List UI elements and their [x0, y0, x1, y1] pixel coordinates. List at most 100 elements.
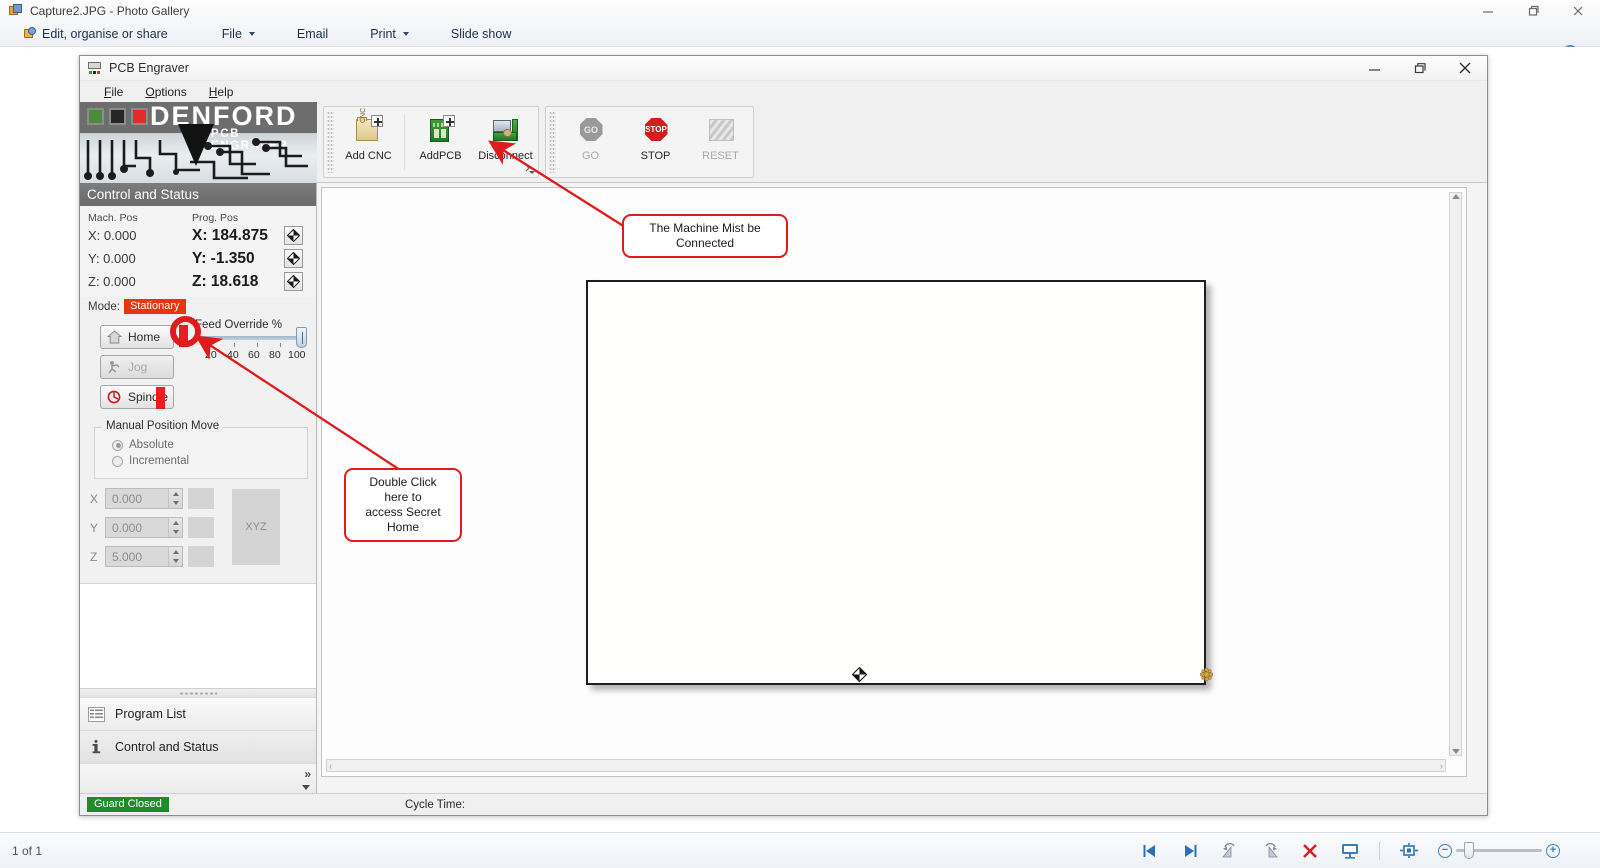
minimize-icon[interactable]: [1465, 0, 1510, 21]
pcb-engraver-window: PCB Engraver File Options Help DENFORD P…: [79, 55, 1488, 816]
callout-secret-home: Double Click here to access Secret Home: [344, 468, 462, 542]
stepper-arrows[interactable]: [168, 518, 182, 537]
delete-icon[interactable]: [1299, 840, 1321, 862]
position-readout: Mach. Pos Prog. Pos X: 0.000 X: 184.875: [80, 206, 316, 297]
scroll-right-icon[interactable]: ›: [1440, 762, 1443, 771]
home-button[interactable]: Home: [100, 325, 174, 349]
sidebar-item-program-list[interactable]: Program List: [80, 697, 316, 730]
fit-to-window-icon[interactable]: [1398, 840, 1420, 862]
go-button[interactable]: GO GO: [558, 107, 623, 177]
callout-text-line2: access Secret Home: [365, 505, 441, 534]
toolbar-overflow-button[interactable]: [525, 161, 536, 175]
stepper-arrows[interactable]: [168, 489, 182, 508]
toolbar-grip[interactable]: [549, 111, 556, 173]
reset-icon: [706, 115, 736, 145]
x-go-button[interactable]: [188, 488, 214, 509]
menu-file[interactable]: File: [212, 23, 265, 45]
menu-label: Edit, organise or share: [42, 26, 168, 41]
toolbar-button-label: AddPCB: [419, 150, 462, 162]
canvas-horizontal-scrollbar[interactable]: ‹ ›: [326, 759, 1446, 772]
restore-icon[interactable]: [1397, 56, 1442, 81]
jog-button[interactable]: Jog: [100, 355, 174, 379]
photo-gallery-menubar: Edit, organise or share File Email Print…: [0, 21, 1600, 61]
reset-button[interactable]: RESET: [688, 107, 753, 177]
rotate-right-icon[interactable]: [1259, 840, 1281, 862]
chevron-double-right-icon[interactable]: »: [304, 767, 311, 781]
datum-marker-origin[interactable]: [851, 666, 868, 683]
tick-60: 60: [248, 349, 260, 361]
z-go-button[interactable]: [188, 546, 214, 567]
scroll-down-icon[interactable]: [1452, 749, 1460, 754]
x-position-value: 0.000: [112, 491, 143, 506]
y-position-value: 0.000: [112, 520, 143, 535]
scroll-up-icon[interactable]: [1452, 194, 1460, 199]
machine-pos-y: Y: 0.000: [88, 251, 136, 266]
menu-label-rest: ptions: [154, 84, 187, 99]
z-position-value: 5.000: [112, 549, 143, 564]
zoom-slider[interactable]: − +: [1438, 842, 1560, 859]
pcb-menubar: File Options Help: [80, 81, 1487, 102]
y-go-button[interactable]: [188, 517, 214, 538]
zoom-in-icon[interactable]: +: [1546, 843, 1560, 858]
mode-label: Mode:: [88, 300, 120, 313]
add-pcb-button[interactable]: AddPCB: [408, 107, 473, 177]
toolbar-grip[interactable]: [327, 111, 334, 173]
status-badge: Stationary: [123, 299, 186, 314]
rotate-left-icon[interactable]: [1219, 840, 1241, 862]
restore-icon[interactable]: [1510, 0, 1555, 21]
menu-help[interactable]: Help: [199, 83, 244, 101]
datum-icon-y[interactable]: [284, 249, 303, 268]
minimize-icon[interactable]: [1352, 56, 1397, 81]
mode-row: Mode: Stationary: [80, 297, 316, 319]
pcb-board-outline[interactable]: [586, 280, 1214, 685]
slideshow-icon[interactable]: [1339, 840, 1361, 862]
chevron-down-icon[interactable]: [302, 785, 310, 790]
radio-incremental[interactable]: Incremental: [112, 455, 299, 467]
close-icon[interactable]: [1442, 56, 1487, 81]
feed-override-slider[interactable]: [197, 327, 307, 348]
datum-icon-x[interactable]: [284, 226, 303, 245]
canvas-vertical-scrollbar[interactable]: [1449, 192, 1462, 756]
info-icon: [92, 739, 101, 754]
logo-square-black: [109, 108, 126, 125]
stepper-arrows[interactable]: [168, 547, 182, 566]
pcb-window-title: PCB Engraver: [109, 61, 189, 75]
photo-edit-icon: [24, 27, 37, 40]
feed-override-ticks: [197, 343, 301, 348]
sidebar-overflow[interactable]: »: [80, 763, 316, 793]
photo-count-label: 1 of 1: [12, 843, 43, 858]
radio-absolute[interactable]: Absolute: [112, 439, 299, 451]
close-icon[interactable]: [1555, 0, 1600, 21]
scroll-left-icon[interactable]: ‹: [329, 762, 332, 771]
chevron-down-icon: [402, 31, 409, 36]
axis-label-z: Z: [90, 549, 98, 564]
toolbar-button-label: GO: [581, 150, 600, 162]
side-blank-pane: [80, 583, 316, 688]
logo-square-green: [87, 108, 104, 125]
datum-icon-z[interactable]: [284, 272, 303, 291]
menu-options[interactable]: Options: [135, 83, 196, 101]
zoom-track[interactable]: [1456, 842, 1542, 859]
zoom-out-icon[interactable]: −: [1438, 843, 1452, 858]
sidebar-item-control-and-status[interactable]: Control and Status: [80, 730, 316, 763]
menu-slide-show[interactable]: Slide show: [441, 23, 521, 45]
menu-file[interactable]: File: [94, 83, 133, 101]
x-position-stepper[interactable]: 0.000: [105, 488, 183, 509]
canvas-area[interactable]: ‹ ›: [321, 187, 1467, 777]
z-position-stepper[interactable]: 5.000: [105, 546, 183, 567]
add-cnc-button[interactable]: CNC Add CNC: [336, 107, 401, 177]
panel-splitter[interactable]: [80, 688, 316, 697]
zoom-thumb[interactable]: [1464, 842, 1474, 859]
next-icon[interactable]: [1179, 840, 1201, 862]
menu-print[interactable]: Print: [360, 23, 419, 45]
xyz-move-button[interactable]: XYZ: [232, 489, 280, 565]
menu-email[interactable]: Email: [287, 23, 338, 45]
stop-button[interactable]: STOP STOP: [623, 107, 688, 177]
menu-edit-organise-share[interactable]: Edit, organise or share: [14, 23, 178, 45]
tool-origin-marker[interactable]: [1199, 667, 1214, 682]
menu-label: Slide show: [450, 26, 512, 41]
menu-label-rest: elp: [217, 84, 234, 99]
program-pos-header: Prog. Pos: [192, 212, 239, 224]
previous-icon[interactable]: [1139, 840, 1161, 862]
y-position-stepper[interactable]: 0.000: [105, 517, 183, 538]
